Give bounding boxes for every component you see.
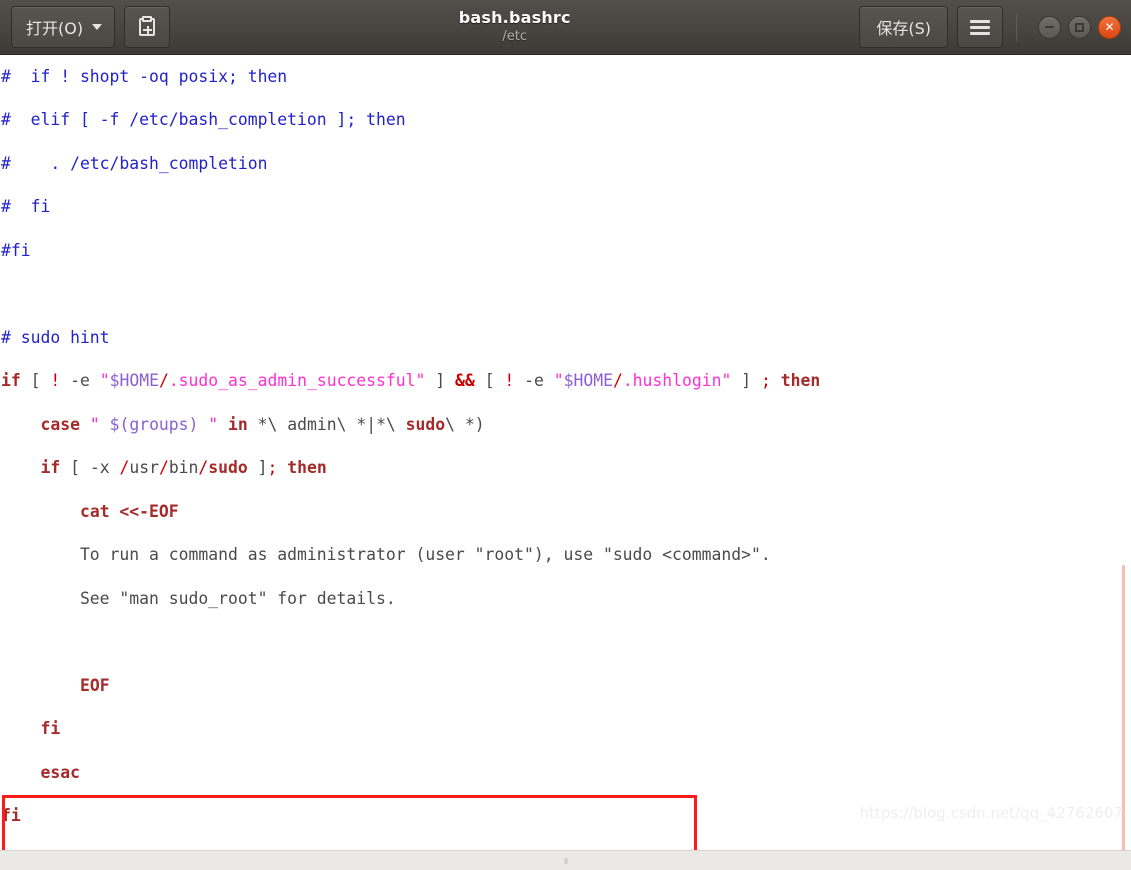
chevron-down-icon	[92, 24, 103, 30]
minimize-button[interactable]	[1038, 15, 1061, 39]
code-line: To run a command as administrator (user …	[1, 545, 771, 565]
code-line: esac	[40, 762, 80, 782]
open-button[interactable]: 打开(O)	[11, 6, 116, 48]
save-as-button[interactable]	[124, 6, 171, 48]
code-line: fi	[40, 719, 61, 739]
watermark: https://blog.csdn.net/qq_42762607	[859, 804, 1123, 822]
code-line: # elif [ -f /etc/bash_completion ]; then	[1, 110, 406, 130]
code-line: # . /etc/bash_completion	[1, 153, 268, 173]
code-line: #fi	[1, 240, 31, 260]
code-line: See "man sudo_root" for details.	[1, 588, 396, 608]
minimize-icon	[1045, 26, 1054, 28]
window-title: bash.bashrc	[458, 8, 571, 28]
hamburger-menu-icon	[970, 19, 990, 35]
titlebar-separator	[1016, 13, 1017, 41]
text-editor-area[interactable]: # if ! shopt -oq posix; then # elif [ -f…	[0, 55, 1131, 850]
code-line: cat <<-EOF	[79, 501, 179, 521]
window-titlebar: 打开(O) bash.bashrc /etc 保存(S) ✕	[0, 0, 1131, 55]
window-subtitle-path: /etc	[502, 29, 528, 45]
titlebar-title-group: bash.bashrc /etc	[170, 8, 859, 45]
save-as-icon	[137, 16, 157, 37]
vertical-scrollbar[interactable]	[1118, 110, 1131, 850]
statusbar-handle	[564, 858, 567, 864]
code-line: case " $(groups) " in *\ admin\ *|*\ sud…	[40, 414, 485, 434]
titlebar-right-group: 保存(S) ✕	[859, 6, 1131, 48]
save-button[interactable]: 保存(S)	[859, 6, 948, 48]
code-content[interactable]: # if ! shopt -oq posix; then # elif [ -f…	[0, 55, 939, 850]
titlebar-left-group: 打开(O)	[0, 6, 171, 48]
code-line: # fi	[1, 197, 51, 217]
code-line: fi	[1, 806, 21, 826]
code-line: # sudo hint	[1, 327, 110, 347]
code-line: if [ ! -e "$HOME/.sudo_as_admin_successf…	[1, 371, 821, 391]
close-button[interactable]: ✕	[1098, 15, 1121, 39]
code-line: # if ! shopt -oq posix; then	[1, 66, 288, 86]
window-controls: ✕	[1038, 15, 1121, 39]
maximize-button[interactable]	[1068, 15, 1091, 39]
code-line: if [ -x /usr/bin/sudo ]; then	[40, 458, 327, 478]
code-line: EOF	[79, 675, 110, 695]
open-button-label: 打开(O)	[26, 19, 84, 38]
menu-button[interactable]	[957, 6, 1003, 48]
close-icon: ✕	[1104, 20, 1115, 34]
status-bar	[0, 850, 1131, 870]
save-button-label: 保存(S)	[876, 19, 931, 38]
maximize-icon	[1075, 22, 1084, 32]
